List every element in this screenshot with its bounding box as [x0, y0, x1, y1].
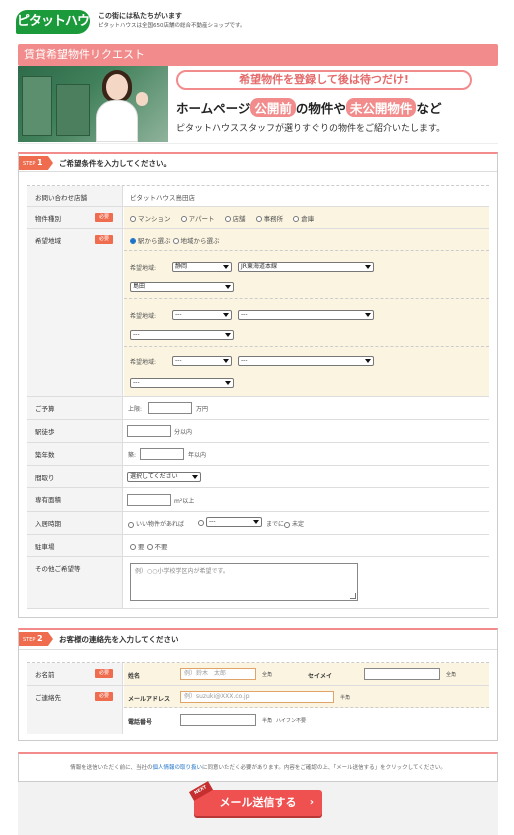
row-parking: 駐車場 要不要 [27, 535, 489, 557]
banner-description: ピタットハウススタッフが選りすぐりの物件をご紹介いたします。 [176, 124, 446, 134]
row-floor-plan: 間取り 選択してください [27, 466, 489, 488]
move-in-date-select[interactable]: --- [206, 517, 262, 527]
store-value: ピタットハウス島田店 [130, 194, 195, 202]
required-badge: 必要 [95, 213, 113, 222]
step2-badge: STEP 2 [19, 632, 53, 646]
type-option-warehouse[interactable]: 倉庫 [293, 213, 314, 223]
type-option-apartment[interactable]: アパート [180, 213, 214, 223]
area3-line-select[interactable]: --- [238, 356, 374, 366]
submit-area: NEXT メール送信する › [18, 781, 498, 835]
brand-logo[interactable]: ピタットハウス [16, 10, 90, 53]
area-mode-station[interactable]: 駅から選ぶ [130, 235, 171, 245]
floor-area-input[interactable] [127, 494, 171, 506]
required-badge: 必要 [95, 692, 113, 701]
step1-title: ご希望条件を入力してください。 [59, 159, 172, 168]
send-mail-button[interactable]: NEXT メール送信する › [188, 781, 322, 816]
row-property-type: 物件種別 必要 マンション アパート 店舗 事務所 倉庫 [27, 207, 489, 229]
area3-prefecture-select[interactable]: --- [172, 356, 232, 366]
required-badge: 必要 [95, 669, 113, 678]
shop-staff-photo [18, 66, 168, 142]
row-name: お名前 必要 姓名 例）鈴木 太郎 全角 セイメイ 全角 [27, 662, 489, 686]
area1-station-select[interactable]: 島田 [130, 282, 234, 292]
step2-panel: STEP 2 お客様の連絡先を入力してください お名前 必要 姓名 例）鈴木 太… [18, 628, 498, 741]
row-area: 希望地域 必要 駅から選ぶ 地域から選ぶ 希望地域: 静岡 JR東海道本線 島田 … [27, 229, 489, 397]
page-title: 賃貸希望物件リクエスト [18, 44, 498, 66]
privacy-policy-link[interactable]: 個人情報の取り扱い [152, 765, 202, 771]
tagline-sub: ピタットハウスは全国650店舗の総合不動産ショップです。 [98, 23, 246, 29]
area2-station-select[interactable]: --- [130, 330, 234, 340]
area2-line-select[interactable]: --- [238, 310, 374, 320]
building-age-input[interactable] [140, 448, 184, 460]
move-in-anytime-radio[interactable]: いい物件があれば [128, 519, 184, 528]
full-name-input[interactable]: 例）鈴木 太郎 [180, 668, 256, 680]
area3-station-select[interactable]: --- [130, 378, 234, 388]
row-other-requests: その他ご希望等 例）○○小学校学区内が希望です。 [27, 557, 489, 609]
row-floor-area: 専有面積 m²以上 [27, 488, 489, 512]
type-option-store[interactable]: 店舗 [224, 213, 246, 223]
parking-no-radio[interactable]: 不要 [146, 541, 168, 551]
area1-prefecture-select[interactable]: 静岡 [172, 262, 232, 272]
step1-badge: STEP 1 [19, 156, 53, 170]
required-badge: 必要 [95, 235, 113, 244]
parking-yes-radio[interactable]: 要 [130, 541, 145, 551]
step1-panel: STEP 1 ご希望条件を入力してください。 お問い合わせ店舗 ピタットハウス島… [18, 152, 498, 618]
privacy-notice: 情報を送信いただく前に、当社の個人情報の取り扱いに同意いただく必要があります。内… [18, 752, 498, 782]
area1-line-select[interactable]: JR東海道本線 [238, 262, 374, 272]
email-input[interactable]: 例）suzuki@XXX.co.jp [180, 691, 334, 703]
other-requests-textarea[interactable]: 例）○○小学校学区内が希望です。 [130, 563, 358, 601]
promo-banner: 希望物件を登録して後は待つだけ! ホームページ 公開前 の物件や 未公開物件 など ピタ… [18, 66, 498, 144]
next-ribbon: NEXT [188, 781, 214, 801]
row-building-age: 築年数 築: 年以内 [27, 443, 489, 466]
kana-name-input[interactable] [364, 668, 440, 680]
move-in-date-radio[interactable] [198, 519, 206, 526]
banner-headline: 希望物件を登録して後は待つだけ! [176, 70, 472, 90]
floor-plan-select[interactable]: 選択してください [127, 472, 201, 482]
row-move-in: 入居時期 いい物件があれば --- までに 未定 [27, 512, 489, 535]
type-option-mansion[interactable]: マンション [130, 213, 171, 223]
walk-minutes-input[interactable] [127, 425, 171, 437]
row-budget: ご予算 上限: 万円 [27, 397, 489, 420]
budget-input[interactable] [148, 402, 192, 414]
row-contact: ご連絡先 必要 メールアドレス 例）suzuki@XXX.co.jp 半角 電話… [27, 686, 489, 734]
row-walk: 駅徒歩 分以内 [27, 420, 489, 443]
banner-subheadline: ホームページ 公開前 の物件や 未公開物件 など [176, 98, 441, 117]
phone-input[interactable] [180, 714, 256, 726]
chevron-right-icon: › [309, 797, 314, 808]
area-mode-region[interactable]: 地域から選ぶ [172, 235, 220, 245]
move-in-undecided-radio[interactable]: 未定 [284, 519, 304, 528]
tagline: この街には私たちがいます [98, 12, 182, 20]
area2-prefecture-select[interactable]: --- [172, 310, 232, 320]
type-option-office[interactable]: 事務所 [255, 213, 283, 223]
step2-title: お客様の連絡先を入力してください [59, 635, 179, 644]
row-store: お問い合わせ店舗 ピタットハウス島田店 [27, 185, 489, 207]
